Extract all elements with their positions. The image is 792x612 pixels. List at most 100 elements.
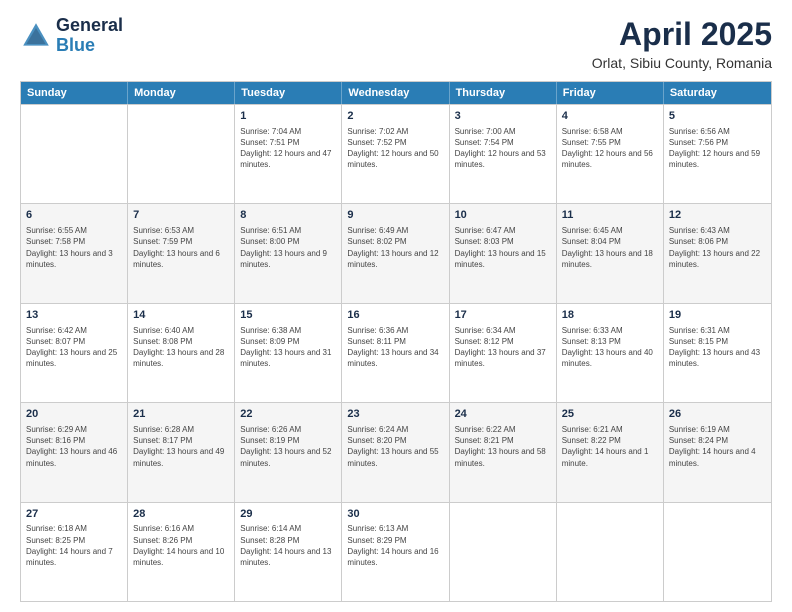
logo-blue-text: Blue bbox=[56, 36, 123, 56]
calendar-week-5: 27Sunrise: 6:18 AM Sunset: 8:25 PM Dayli… bbox=[21, 502, 771, 601]
calendar-cell-w5-d1: 27Sunrise: 6:18 AM Sunset: 8:25 PM Dayli… bbox=[21, 503, 128, 601]
day-info: Sunrise: 6:58 AM Sunset: 7:55 PM Dayligh… bbox=[562, 126, 658, 171]
calendar-cell-w2-d2: 7 Sunrise: 6:53 AM Sunset: 7:59 PM Daylig… bbox=[128, 204, 235, 302]
calendar-week-4: 20 Sunrise: 6:29 AM Sunset: 8:16 PM Dayli… bbox=[21, 402, 771, 501]
day-info: Sunrise: 6:26 AM Sunset: 8:19 PM Dayligh… bbox=[240, 424, 336, 469]
day-info: Sunrise: 6:28 AM Sunset: 8:17 PM Dayligh… bbox=[133, 424, 229, 469]
day-info: Sunrise: 7:02 AM Sunset: 7:52 PM Dayligh… bbox=[347, 126, 443, 171]
day-number: 24 bbox=[455, 407, 551, 422]
day-number: 30 bbox=[347, 507, 443, 522]
day-info: Sunrise: 6:43 AM Sunset: 8:06 PM Dayligh… bbox=[669, 225, 766, 270]
calendar-cell-w4-d5: 24 Sunrise: 6:22 AM Sunset: 8:21 PM Dayli… bbox=[450, 403, 557, 501]
logo: General Blue bbox=[20, 16, 123, 56]
calendar-cell-w3-d6: 18Sunrise: 6:33 AM Sunset: 8:13 PM Dayli… bbox=[557, 304, 664, 402]
calendar-cell-w3-d1: 13 Sunrise: 6:42 AM Sunset: 8:07 PM Dayli… bbox=[21, 304, 128, 402]
calendar-week-2: 6 Sunrise: 6:55 AM Sunset: 7:58 PM Daylig… bbox=[21, 203, 771, 302]
day-number: 4 bbox=[562, 109, 658, 124]
header: General Blue April 2025 Orlat, Sibiu Cou… bbox=[20, 16, 772, 71]
calendar-cell-w1-d5: 3 Sunrise: 7:00 AM Sunset: 7:54 PM Daylig… bbox=[450, 105, 557, 203]
calendar-cell-w2-d6: 11 Sunrise: 6:45 AM Sunset: 8:04 PM Dayli… bbox=[557, 204, 664, 302]
calendar-week-3: 13 Sunrise: 6:42 AM Sunset: 8:07 PM Dayli… bbox=[21, 303, 771, 402]
day-info: Sunrise: 6:53 AM Sunset: 7:59 PM Dayligh… bbox=[133, 225, 229, 270]
day-info: Sunrise: 6:31 AM Sunset: 8:15 PM Dayligh… bbox=[669, 325, 766, 370]
day-number: 19 bbox=[669, 308, 766, 323]
day-number: 2 bbox=[347, 109, 443, 124]
day-number: 12 bbox=[669, 208, 766, 223]
day-number: 7 bbox=[133, 208, 229, 223]
day-number: 6 bbox=[26, 208, 122, 223]
logo-general-text: General bbox=[56, 16, 123, 36]
calendar-cell-w4-d6: 25 Sunrise: 6:21 AM Sunset: 8:22 PM Dayli… bbox=[557, 403, 664, 501]
day-number: 8 bbox=[240, 208, 336, 223]
day-number: 11 bbox=[562, 208, 658, 223]
logo-icon bbox=[20, 20, 52, 52]
calendar-cell-w5-d7 bbox=[664, 503, 771, 601]
day-number: 25 bbox=[562, 407, 658, 422]
day-number: 26 bbox=[669, 407, 766, 422]
calendar-cell-w2-d1: 6 Sunrise: 6:55 AM Sunset: 7:58 PM Daylig… bbox=[21, 204, 128, 302]
day-number: 5 bbox=[669, 109, 766, 124]
day-number: 3 bbox=[455, 109, 551, 124]
day-header-wednesday: Wednesday bbox=[342, 82, 449, 104]
day-number: 17 bbox=[455, 308, 551, 323]
title-block: April 2025 Orlat, Sibiu County, Romania bbox=[592, 16, 772, 71]
calendar-cell-w3-d2: 14 Sunrise: 6:40 AM Sunset: 8:08 PM Dayli… bbox=[128, 304, 235, 402]
day-info: Sunrise: 6:18 AM Sunset: 8:25 PM Dayligh… bbox=[26, 523, 122, 568]
day-info: Sunrise: 6:22 AM Sunset: 8:21 PM Dayligh… bbox=[455, 424, 551, 469]
day-header-sunday: Sunday bbox=[21, 82, 128, 104]
day-number: 28 bbox=[133, 507, 229, 522]
day-info: Sunrise: 6:13 AM Sunset: 8:29 PM Dayligh… bbox=[347, 523, 443, 568]
calendar-cell-w5-d4: 30Sunrise: 6:13 AM Sunset: 8:29 PM Dayli… bbox=[342, 503, 449, 601]
calendar-cell-w4-d4: 23Sunrise: 6:24 AM Sunset: 8:20 PM Dayli… bbox=[342, 403, 449, 501]
day-number: 27 bbox=[26, 507, 122, 522]
day-info: Sunrise: 6:49 AM Sunset: 8:02 PM Dayligh… bbox=[347, 225, 443, 270]
calendar-body: 1 Sunrise: 7:04 AM Sunset: 7:51 PM Daylig… bbox=[21, 104, 771, 601]
day-number: 29 bbox=[240, 507, 336, 522]
day-number: 13 bbox=[26, 308, 122, 323]
day-number: 1 bbox=[240, 109, 336, 124]
day-info: Sunrise: 6:29 AM Sunset: 8:16 PM Dayligh… bbox=[26, 424, 122, 469]
calendar-cell-w5-d6 bbox=[557, 503, 664, 601]
day-info: Sunrise: 7:00 AM Sunset: 7:54 PM Dayligh… bbox=[455, 126, 551, 171]
month-title: April 2025 bbox=[592, 16, 772, 53]
calendar-cell-w2-d4: 9 Sunrise: 6:49 AM Sunset: 8:02 PM Daylig… bbox=[342, 204, 449, 302]
day-info: Sunrise: 6:55 AM Sunset: 7:58 PM Dayligh… bbox=[26, 225, 122, 270]
day-header-thursday: Thursday bbox=[450, 82, 557, 104]
day-info: Sunrise: 6:42 AM Sunset: 8:07 PM Dayligh… bbox=[26, 325, 122, 370]
day-number: 9 bbox=[347, 208, 443, 223]
calendar-cell-w2-d7: 12 Sunrise: 6:43 AM Sunset: 8:06 PM Dayli… bbox=[664, 204, 771, 302]
calendar-cell-w1-d4: 2 Sunrise: 7:02 AM Sunset: 7:52 PM Daylig… bbox=[342, 105, 449, 203]
day-header-friday: Friday bbox=[557, 82, 664, 104]
day-number: 20 bbox=[26, 407, 122, 422]
calendar-cell-w3-d3: 15Sunrise: 6:38 AM Sunset: 8:09 PM Dayli… bbox=[235, 304, 342, 402]
day-info: Sunrise: 6:33 AM Sunset: 8:13 PM Dayligh… bbox=[562, 325, 658, 370]
day-number: 21 bbox=[133, 407, 229, 422]
day-info: Sunrise: 6:40 AM Sunset: 8:08 PM Dayligh… bbox=[133, 325, 229, 370]
day-info: Sunrise: 6:14 AM Sunset: 8:28 PM Dayligh… bbox=[240, 523, 336, 568]
calendar-cell-w1-d3: 1 Sunrise: 7:04 AM Sunset: 7:51 PM Daylig… bbox=[235, 105, 342, 203]
calendar-cell-w4-d1: 20 Sunrise: 6:29 AM Sunset: 8:16 PM Dayli… bbox=[21, 403, 128, 501]
calendar-cell-w1-d2 bbox=[128, 105, 235, 203]
day-info: Sunrise: 7:04 AM Sunset: 7:51 PM Dayligh… bbox=[240, 126, 336, 171]
location: Orlat, Sibiu County, Romania bbox=[592, 55, 772, 71]
day-info: Sunrise: 6:51 AM Sunset: 8:00 PM Dayligh… bbox=[240, 225, 336, 270]
day-info: Sunrise: 6:21 AM Sunset: 8:22 PM Dayligh… bbox=[562, 424, 658, 469]
calendar-cell-w3-d5: 17 Sunrise: 6:34 AM Sunset: 8:12 PM Dayli… bbox=[450, 304, 557, 402]
calendar-cell-w2-d5: 10Sunrise: 6:47 AM Sunset: 8:03 PM Dayli… bbox=[450, 204, 557, 302]
day-number: 14 bbox=[133, 308, 229, 323]
day-number: 22 bbox=[240, 407, 336, 422]
calendar-cell-w4-d3: 22 Sunrise: 6:26 AM Sunset: 8:19 PM Dayli… bbox=[235, 403, 342, 501]
day-info: Sunrise: 6:45 AM Sunset: 8:04 PM Dayligh… bbox=[562, 225, 658, 270]
calendar-header: SundayMondayTuesdayWednesdayThursdayFrid… bbox=[21, 82, 771, 104]
day-number: 10 bbox=[455, 208, 551, 223]
logo-text: General Blue bbox=[56, 16, 123, 56]
day-number: 15 bbox=[240, 308, 336, 323]
calendar-cell-w5-d5 bbox=[450, 503, 557, 601]
day-info: Sunrise: 6:19 AM Sunset: 8:24 PM Dayligh… bbox=[669, 424, 766, 469]
day-header-monday: Monday bbox=[128, 82, 235, 104]
calendar-cell-w1-d1 bbox=[21, 105, 128, 203]
day-info: Sunrise: 6:16 AM Sunset: 8:26 PM Dayligh… bbox=[133, 523, 229, 568]
day-info: Sunrise: 6:24 AM Sunset: 8:20 PM Dayligh… bbox=[347, 424, 443, 469]
day-header-saturday: Saturday bbox=[664, 82, 771, 104]
day-info: Sunrise: 6:34 AM Sunset: 8:12 PM Dayligh… bbox=[455, 325, 551, 370]
